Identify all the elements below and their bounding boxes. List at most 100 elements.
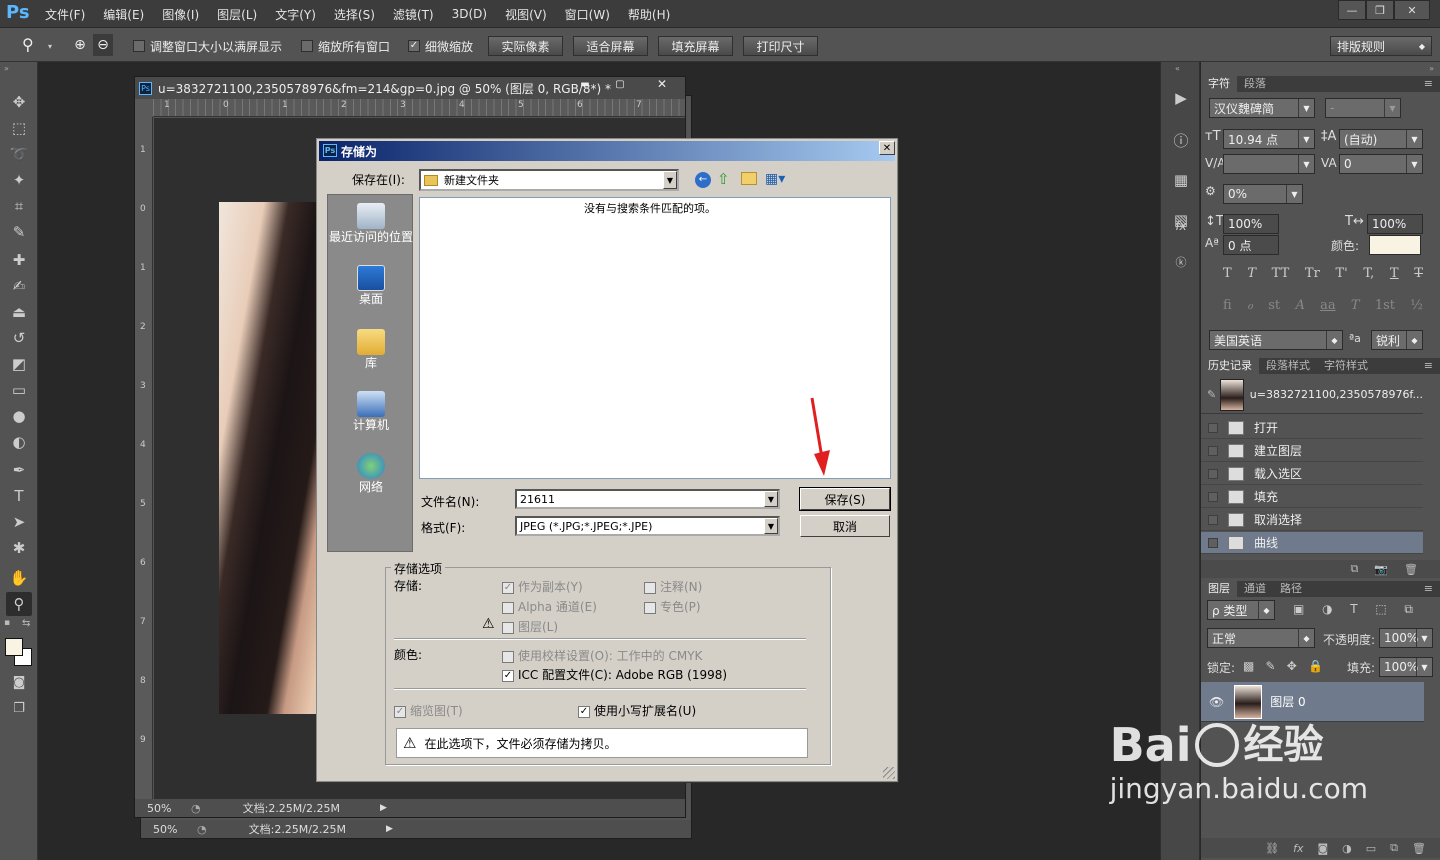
kerning-dropdown[interactable]: ▼ [1223, 154, 1315, 174]
alt-ligatures-button[interactable]: ℴ [1247, 298, 1253, 313]
dialog-close-icon[interactable]: ✕ [879, 141, 895, 155]
resize-windows-checkbox[interactable] [133, 40, 145, 52]
zoom-out-icon[interactable]: ⊖ [93, 34, 113, 56]
new-snapshot-icon[interactable]: 📷 [1374, 563, 1388, 576]
horizontal-scale-input[interactable]: 100% [1367, 214, 1423, 234]
tracking-dropdown[interactable]: 0 ▼ [1339, 154, 1423, 174]
antialias-dropdown[interactable]: 锐利 ◆ [1371, 330, 1423, 350]
filename-input[interactable]: 21611 ▼ [515, 489, 780, 509]
quick-mask-icon[interactable]: ◙ [6, 670, 32, 694]
strikethrough-button[interactable]: T [1414, 266, 1423, 281]
zoom-tool-icon[interactable]: ⚲ [22, 35, 34, 54]
history-snapshot[interactable]: ✎ u=3832721100,2350578976f... [1201, 376, 1423, 414]
history-step-current[interactable]: 曲线 [1201, 532, 1423, 554]
history-brush-toggle[interactable] [1208, 514, 1218, 525]
faux-italic-button[interactable]: T [1247, 266, 1256, 281]
superscript-button[interactable]: T' [1335, 266, 1347, 281]
menu-filter[interactable]: 滤镜(T) [393, 6, 434, 23]
default-colors-icon[interactable]: ▪ [4, 618, 10, 628]
filter-pixel-icon[interactable]: ▣ [1293, 602, 1304, 617]
status-info-icon[interactable]: ◔ [197, 823, 207, 836]
panel-menu-icon[interactable]: ≡ [1417, 581, 1440, 597]
path-selection-tool-icon[interactable]: ➤ [6, 510, 32, 534]
menu-help[interactable]: 帮助(H) [628, 6, 670, 23]
place-network[interactable]: 网络 [328, 453, 414, 494]
menu-edit[interactable]: 编辑(E) [103, 6, 144, 23]
spot-checkbox[interactable] [644, 601, 656, 614]
fx-styles-icon[interactable]: fx [1169, 214, 1193, 238]
eyedropper-tool-icon[interactable]: ✎ [6, 220, 32, 244]
history-step[interactable]: 填充 [1201, 486, 1423, 508]
screen-mode-icon[interactable]: ❐ [6, 696, 32, 720]
swash-button[interactable]: A [1295, 298, 1304, 313]
font-family-dropdown[interactable]: 汉仪魏碑简 ▼ [1209, 98, 1315, 118]
layer-row[interactable]: 👁 图层 0 [1201, 682, 1424, 722]
brush-tool-icon[interactable]: ✍ [6, 274, 32, 298]
proof-checkbox[interactable] [502, 650, 514, 663]
foreground-color-swatch[interactable] [5, 638, 23, 656]
print-size-button[interactable]: 打印尺寸 [743, 36, 818, 56]
cancel-button[interactable]: 取消 [800, 515, 890, 537]
history-step[interactable]: 载入选区 [1201, 463, 1423, 485]
close-button[interactable]: ✕ [1394, 0, 1430, 20]
filter-shape-icon[interactable]: ⬚ [1375, 602, 1386, 617]
as-copy-checkbox[interactable]: ✓ [502, 581, 514, 594]
panel-menu-icon[interactable]: ≡ [1417, 358, 1440, 374]
new-adjustment-icon[interactable]: ◑ [1342, 842, 1352, 855]
opacity-input[interactable]: 100% ▼ [1379, 628, 1433, 648]
menu-select[interactable]: 选择(S) [334, 6, 375, 23]
file-list[interactable]: 没有与搜索条件匹配的项。 [419, 197, 891, 479]
history-brush-toggle[interactable] [1208, 537, 1218, 548]
zoom-in-icon[interactable]: ⊕ [70, 34, 90, 56]
panel-menu-icon[interactable]: ≡ [1417, 76, 1440, 92]
marquee-tool-icon[interactable]: ⬚ [6, 116, 32, 140]
lowercase-ext-option[interactable]: ✓ 使用小写扩展名(U) [578, 702, 696, 719]
view-menu-icon[interactable]: ▦▾ [765, 171, 785, 187]
font-style-dropdown[interactable]: - ▼ [1325, 98, 1401, 118]
back-icon[interactable]: ← [695, 172, 711, 188]
minimize-button[interactable]: — [1338, 0, 1366, 20]
visibility-eye-icon[interactable]: 👁 [1209, 695, 1224, 709]
menu-3d[interactable]: 3D(D) [452, 7, 487, 21]
status-menu-arrow-icon[interactable]: ▶ [386, 824, 393, 834]
tab-history[interactable]: 历史记录 [1201, 358, 1259, 374]
ornaments-button[interactable]: T [1351, 298, 1360, 313]
tab-paragraph-styles[interactable]: 段落样式 [1259, 358, 1317, 374]
ligatures-button[interactable]: fi [1223, 298, 1232, 313]
tab-paragraph[interactable]: 段落 [1237, 76, 1273, 92]
menu-image[interactable]: 图像(I) [162, 6, 199, 23]
titling-button[interactable]: aa [1320, 298, 1336, 313]
filter-type-icon[interactable]: T [1350, 602, 1357, 617]
ku-plugin-icon[interactable]: ⓚ [1169, 250, 1193, 274]
place-desktop[interactable]: 桌面 [328, 265, 414, 306]
fill-input[interactable]: 100% ▼ [1379, 657, 1433, 677]
save-button[interactable]: 保存(S) [799, 487, 891, 511]
up-folder-icon[interactable]: ⇧ [717, 170, 730, 188]
play-actions-icon[interactable]: ▶ [1169, 86, 1193, 110]
proof-option[interactable]: 使用校样设置(O): 工作中的 CMYK [502, 647, 702, 664]
history-brush-toggle[interactable] [1208, 422, 1218, 433]
new-document-from-state-icon[interactable]: ⧉ [1350, 562, 1358, 576]
tsume-dropdown[interactable]: 0% ▼ [1223, 184, 1303, 204]
restore-button[interactable]: ❐ [1366, 0, 1394, 20]
clone-stamp-tool-icon[interactable]: ⏏ [6, 300, 32, 324]
menu-type[interactable]: 文字(Y) [275, 6, 316, 23]
stylistic-button[interactable]: st [1268, 298, 1280, 313]
scrubby-zoom-checkbox[interactable]: ✓ [408, 40, 420, 52]
hand-tool-icon[interactable]: ✋ [6, 566, 32, 590]
thumbnail-option[interactable]: ✓ 缩览图(T) [394, 702, 463, 719]
tab-character-styles[interactable]: 字符样式 [1317, 358, 1375, 374]
magic-wand-tool-icon[interactable]: ✦ [6, 168, 32, 192]
zoom-tool-icon[interactable]: ⚲ [6, 592, 32, 616]
document-tab[interactable]: Ps u=3832721100,2350578976&fm=214&gp=0.j… [135, 77, 685, 99]
zoom-all-checkbox[interactable] [301, 40, 313, 52]
icc-checkbox[interactable]: ✓ [502, 669, 514, 682]
swap-colors-icon[interactable]: ⇆ [22, 618, 30, 629]
status-info-icon[interactable]: ◔ [191, 802, 201, 815]
history-brush-source-icon[interactable]: ✎ [1207, 388, 1216, 401]
delete-state-icon[interactable]: 🗑 [1404, 563, 1418, 576]
add-mask-icon[interactable]: ◙ [1317, 842, 1328, 855]
filter-smart-object-icon[interactable]: ⧉ [1404, 602, 1413, 617]
blur-tool-icon[interactable]: ● [6, 404, 32, 428]
place-computer[interactable]: 计算机 [328, 391, 414, 432]
